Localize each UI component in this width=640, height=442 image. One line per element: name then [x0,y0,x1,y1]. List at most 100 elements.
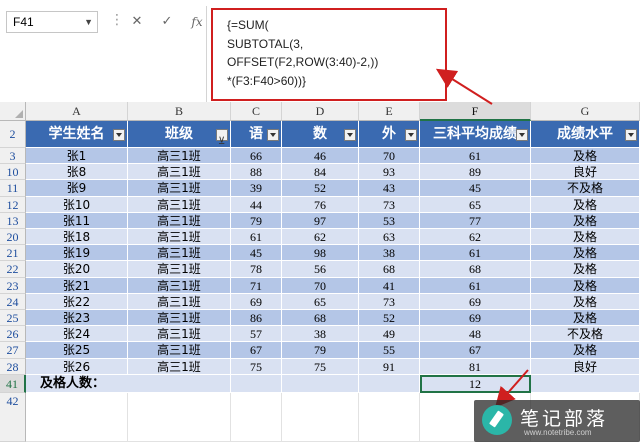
column-header-g[interactable]: G [531,102,640,121]
table-cell[interactable]: 45 [231,245,282,262]
table-cell[interactable]: 张18 [26,229,128,246]
column-header-c[interactable]: C [231,102,282,121]
result-cell[interactable]: 12 [420,374,531,393]
table-cell[interactable] [282,392,359,442]
table-cell[interactable]: 86 [231,310,282,327]
table-cell[interactable]: 张20 [26,261,128,278]
table-cell[interactable]: 高三1班 [128,358,231,375]
name-box[interactable]: F41 ▼ [6,11,98,33]
table-cell[interactable]: 81 [420,358,531,375]
table-cell[interactable] [231,392,282,442]
table-header-cell[interactable]: 外 [359,121,420,148]
table-cell[interactable]: 高三1班 [128,293,231,310]
table-cell[interactable]: 高三1班 [128,196,231,213]
table-header-cell[interactable]: 班级 [128,121,231,148]
row-header[interactable]: 22 [0,261,26,278]
table-cell[interactable]: 及格 [531,261,640,278]
filter-dropdown-icon[interactable] [267,129,279,141]
table-cell[interactable]: 61 [420,148,531,165]
table-cell[interactable]: 高三1班 [128,164,231,181]
table-cell[interactable]: 77 [420,212,531,229]
row-header[interactable]: 21 [0,245,26,262]
table-cell[interactable]: 67 [231,342,282,359]
table-cell[interactable]: 张24 [26,326,128,343]
table-cell[interactable]: 及格 [531,148,640,165]
row-header[interactable]: 13 [0,212,26,229]
table-cell[interactable]: 高三1班 [128,180,231,197]
table-cell[interactable]: 张9 [26,180,128,197]
table-cell[interactable]: 63 [359,229,420,246]
table-cell[interactable]: 高三1班 [128,212,231,229]
table-cell[interactable]: 84 [282,164,359,181]
table-header-cell[interactable]: 成绩水平 [531,121,640,148]
table-cell[interactable]: 79 [282,342,359,359]
table-cell[interactable]: 高三1班 [128,310,231,327]
table-cell[interactable]: 88 [231,164,282,181]
table-cell[interactable]: 张23 [26,310,128,327]
row-header[interactable]: 11 [0,180,26,197]
table-cell[interactable]: 97 [282,212,359,229]
table-cell[interactable]: 75 [231,358,282,375]
row-header[interactable]: 27 [0,342,26,359]
table-cell[interactable]: 91 [359,358,420,375]
table-cell[interactable]: 38 [359,245,420,262]
table-cell[interactable]: 71 [231,277,282,294]
table-cell[interactable]: 张21 [26,277,128,294]
table-cell[interactable]: 高三1班 [128,326,231,343]
table-cell[interactable] [282,374,359,393]
filter-dropdown-icon[interactable] [344,129,356,141]
table-cell[interactable] [359,374,420,393]
table-cell[interactable]: 及格 [531,293,640,310]
column-header-e[interactable]: E [359,102,420,121]
table-cell[interactable]: 61 [231,229,282,246]
table-cell[interactable]: 68 [359,261,420,278]
filter-dropdown-icon[interactable] [113,129,125,141]
table-cell[interactable] [531,374,640,393]
row-header[interactable]: 3 [0,148,26,165]
row-header[interactable]: 12 [0,196,26,213]
insert-function-icon[interactable]: fx [186,12,208,32]
table-cell[interactable]: 55 [359,342,420,359]
table-cell[interactable]: 张10 [26,196,128,213]
table-cell[interactable]: 高三1班 [128,342,231,359]
table-cell[interactable]: 44 [231,196,282,213]
row-header[interactable]: 25 [0,310,26,327]
table-header-cell[interactable]: 学生姓名 [26,121,128,148]
table-cell[interactable] [26,392,128,442]
table-cell[interactable]: 不及格 [531,326,640,343]
table-cell[interactable]: 78 [231,261,282,278]
table-cell[interactable]: 61 [420,245,531,262]
row-header[interactable]: 41 [0,374,26,393]
table-cell[interactable]: 75 [282,358,359,375]
table-cell[interactable]: 45 [420,180,531,197]
table-cell[interactable]: 67 [420,342,531,359]
filter-active-icon[interactable] [216,128,228,147]
table-cell[interactable]: 高三1班 [128,277,231,294]
cancel-icon[interactable]: ✕ [126,12,148,32]
select-all-corner[interactable] [0,102,26,121]
table-cell[interactable]: 及格 [531,229,640,246]
table-cell[interactable]: 及格 [531,196,640,213]
table-cell[interactable]: 62 [282,229,359,246]
column-header-a[interactable]: A [26,102,128,121]
table-cell[interactable]: 65 [420,196,531,213]
column-header-b[interactable]: B [128,102,231,121]
table-cell[interactable]: 张8 [26,164,128,181]
column-header-d[interactable]: D [282,102,359,121]
column-header-f[interactable]: F [420,102,531,121]
table-cell[interactable]: 69 [420,310,531,327]
table-cell[interactable]: 及格 [531,245,640,262]
table-cell[interactable]: 69 [420,293,531,310]
filter-dropdown-icon[interactable] [625,129,637,141]
table-cell[interactable]: 52 [359,310,420,327]
table-cell[interactable]: 及格 [531,342,640,359]
table-cell[interactable]: 高三1班 [128,229,231,246]
table-cell[interactable]: 及格 [531,310,640,327]
table-cell[interactable]: 89 [420,164,531,181]
table-cell[interactable]: 及格 [531,277,640,294]
table-cell[interactable]: 79 [231,212,282,229]
table-cell[interactable]: 56 [282,261,359,278]
table-cell[interactable]: 61 [420,277,531,294]
table-cell[interactable]: 高三1班 [128,148,231,165]
table-cell[interactable]: 张22 [26,293,128,310]
